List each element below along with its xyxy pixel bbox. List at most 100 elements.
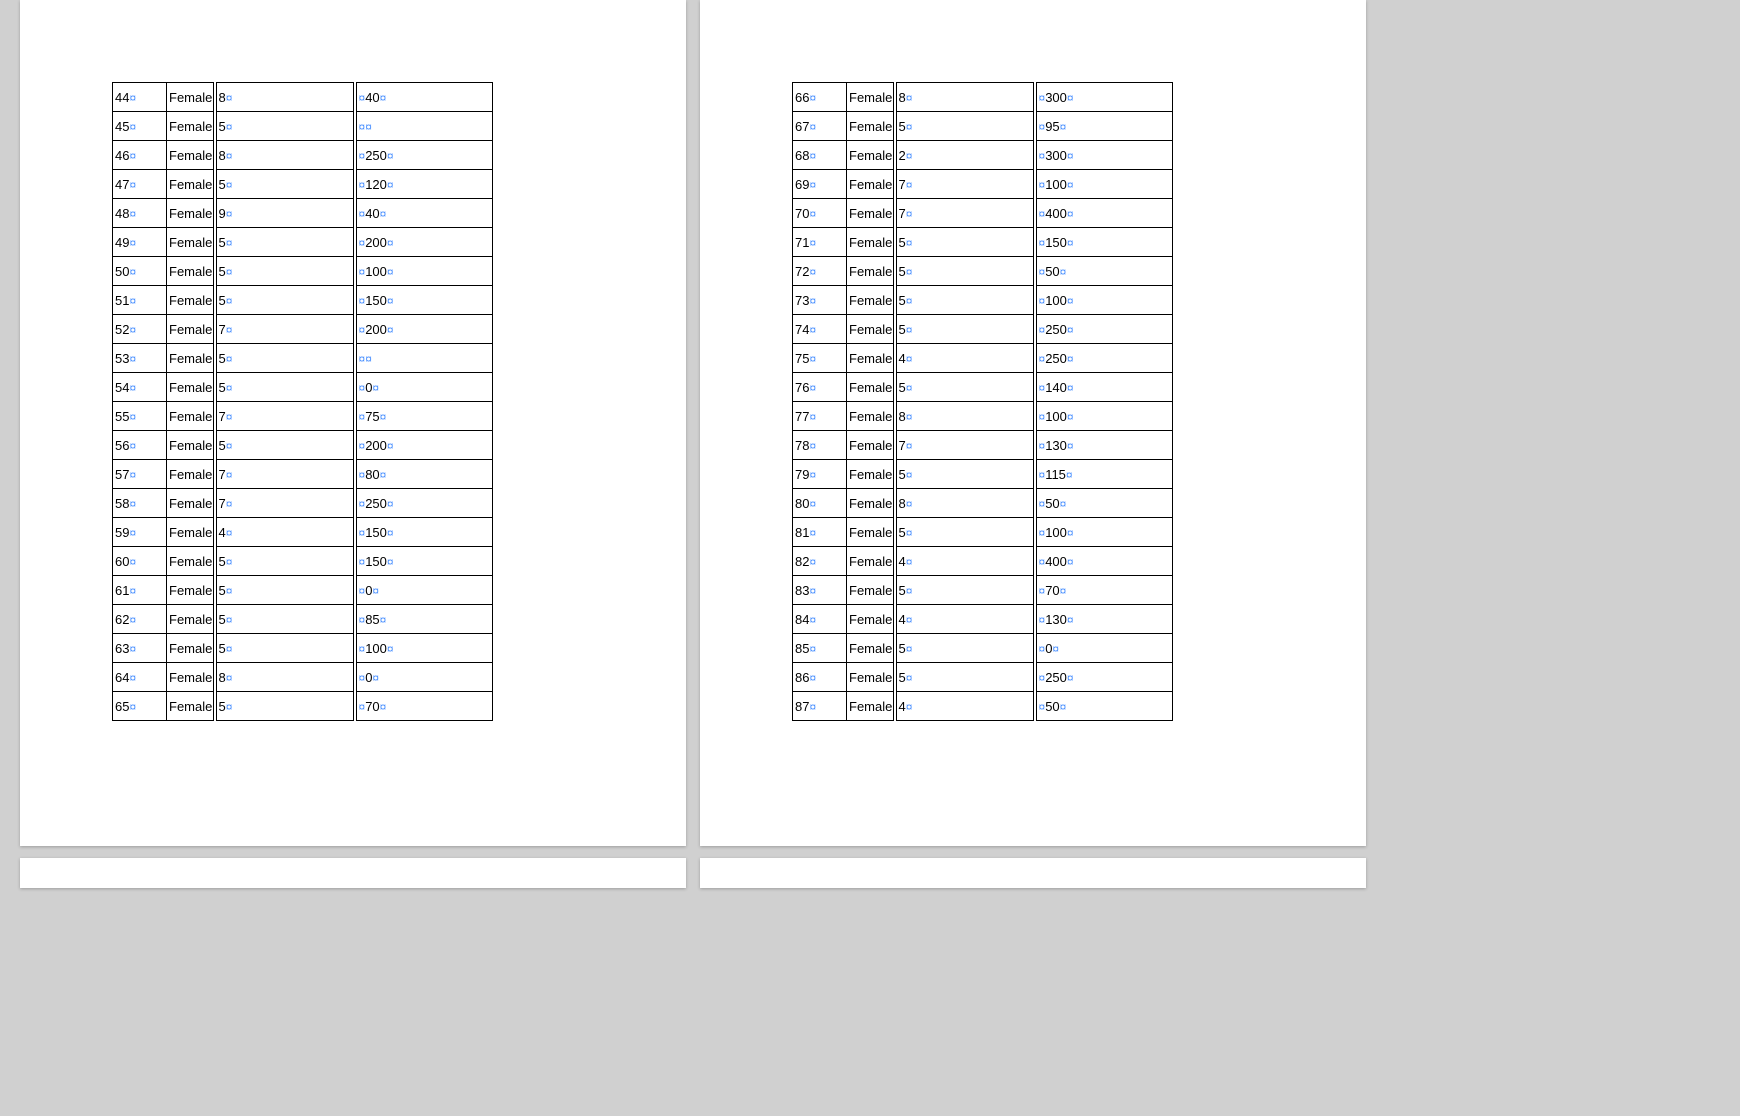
cell-col4: ¤250¤: [355, 141, 493, 170]
cell-col3: 5¤: [895, 460, 1035, 489]
table-row: 49¤Female¤5¤¤200¤: [113, 228, 493, 257]
cell-gender: Female¤: [847, 692, 895, 721]
cell-gender: Female¤: [167, 83, 215, 112]
table-row: 87¤Female¤4¤¤50¤: [793, 692, 1173, 721]
cell-col3: 5¤: [215, 605, 355, 634]
table-row: 69¤Female¤7¤¤100¤: [793, 170, 1173, 199]
table-row: 75¤Female¤4¤¤250¤: [793, 344, 1173, 373]
cell-gender: Female¤: [167, 605, 215, 634]
cell-id: 86¤: [793, 663, 847, 692]
cell-col4: ¤150¤: [1035, 228, 1173, 257]
cell-id: 47¤: [113, 170, 167, 199]
cell-gender: Female¤: [847, 170, 895, 199]
table-row: 84¤Female¤4¤¤130¤: [793, 605, 1173, 634]
cell-col3: 5¤: [895, 315, 1035, 344]
cell-col4: ¤50¤: [1035, 257, 1173, 286]
table-row: 80¤Female¤8¤¤50¤: [793, 489, 1173, 518]
cell-id: 63¤: [113, 634, 167, 663]
cell-col4: ¤40¤: [355, 83, 493, 112]
cell-col3: 5¤: [895, 576, 1035, 605]
table-row: 79¤Female¤5¤¤115¤: [793, 460, 1173, 489]
cell-gender: Female¤: [167, 634, 215, 663]
cell-id: 73¤: [793, 286, 847, 315]
cell-col4: ¤250¤: [355, 489, 493, 518]
table-row: 59¤Female¤4¤¤150¤: [113, 518, 493, 547]
table-row: 53¤Female¤5¤¤¤: [113, 344, 493, 373]
cell-col3: 4¤: [215, 518, 355, 547]
cell-gender: Female¤: [167, 257, 215, 286]
cell-col4: ¤115¤: [1035, 460, 1173, 489]
cell-gender: Female¤: [847, 199, 895, 228]
cell-col4: ¤300¤: [1035, 141, 1173, 170]
table-row: 51¤Female¤5¤¤150¤: [113, 286, 493, 315]
cell-id: 62¤: [113, 605, 167, 634]
cell-col3: 8¤: [895, 402, 1035, 431]
cell-col4: ¤75¤: [355, 402, 493, 431]
cell-id: 59¤: [113, 518, 167, 547]
cell-id: 84¤: [793, 605, 847, 634]
cell-col4: ¤40¤: [355, 199, 493, 228]
cell-col3: 7¤: [215, 460, 355, 489]
table-row: 61¤Female¤5¤¤0¤: [113, 576, 493, 605]
cell-id: 50¤: [113, 257, 167, 286]
cell-id: 78¤: [793, 431, 847, 460]
cell-col3: 5¤: [215, 373, 355, 402]
table-row: 60¤Female¤5¤¤150¤: [113, 547, 493, 576]
cell-col3: 8¤: [895, 489, 1035, 518]
cell-col3: 7¤: [895, 199, 1035, 228]
cell-id: 82¤: [793, 547, 847, 576]
cell-col3: 7¤: [895, 170, 1035, 199]
cell-col3: 4¤: [895, 692, 1035, 721]
cell-col4: ¤200¤: [355, 431, 493, 460]
page-right: 66¤Female¤8¤¤300¤67¤Female¤5¤¤95¤68¤Fema…: [700, 0, 1366, 846]
cell-col4: ¤0¤: [355, 576, 493, 605]
cell-col4: ¤150¤: [355, 518, 493, 547]
cell-col4: ¤100¤: [1035, 170, 1173, 199]
cell-gender: Female¤: [847, 489, 895, 518]
cell-col4: ¤250¤: [1035, 663, 1173, 692]
cell-gender: Female¤: [847, 518, 895, 547]
cell-id: 80¤: [793, 489, 847, 518]
table-row: 74¤Female¤5¤¤250¤: [793, 315, 1173, 344]
cell-gender: Female¤: [167, 692, 215, 721]
cell-col3: 7¤: [215, 402, 355, 431]
table-row: 54¤Female¤5¤¤0¤: [113, 373, 493, 402]
cell-id: 77¤: [793, 402, 847, 431]
cell-col4: ¤0¤: [355, 663, 493, 692]
page-stub-right: [700, 858, 1366, 888]
cell-gender: Female¤: [847, 286, 895, 315]
table-row: 45¤Female¤5¤¤¤: [113, 112, 493, 141]
cell-gender: Female¤: [167, 489, 215, 518]
cell-col3: 5¤: [215, 692, 355, 721]
cell-gender: Female¤: [847, 315, 895, 344]
cell-id: 72¤: [793, 257, 847, 286]
cell-col3: 8¤: [215, 83, 355, 112]
cell-col4: ¤0¤: [355, 373, 493, 402]
cell-id: 65¤: [113, 692, 167, 721]
cell-id: 74¤: [793, 315, 847, 344]
table-row: 64¤Female¤8¤¤0¤: [113, 663, 493, 692]
cell-gender: Female¤: [167, 344, 215, 373]
cell-col4: ¤50¤: [1035, 489, 1173, 518]
cell-col3: 4¤: [895, 547, 1035, 576]
cell-gender: Female¤: [847, 257, 895, 286]
cell-id: 67¤: [793, 112, 847, 141]
cell-gender: Female¤: [167, 170, 215, 199]
cell-gender: Female¤: [847, 431, 895, 460]
data-table-right: 66¤Female¤8¤¤300¤67¤Female¤5¤¤95¤68¤Fema…: [792, 82, 1173, 721]
cell-id: 48¤: [113, 199, 167, 228]
cell-gender: Female¤: [167, 518, 215, 547]
cell-id: 68¤: [793, 141, 847, 170]
table-row: 86¤Female¤5¤¤250¤: [793, 663, 1173, 692]
cell-col3: 7¤: [215, 315, 355, 344]
table-row: 50¤Female¤5¤¤100¤: [113, 257, 493, 286]
cell-col3: 5¤: [895, 663, 1035, 692]
table-row: 46¤Female¤8¤¤250¤: [113, 141, 493, 170]
cell-id: 75¤: [793, 344, 847, 373]
cell-id: 51¤: [113, 286, 167, 315]
cell-col3: 7¤: [895, 431, 1035, 460]
cell-gender: Female¤: [167, 228, 215, 257]
cell-col4: ¤200¤: [355, 228, 493, 257]
cell-id: 64¤: [113, 663, 167, 692]
table-row: 66¤Female¤8¤¤300¤: [793, 83, 1173, 112]
